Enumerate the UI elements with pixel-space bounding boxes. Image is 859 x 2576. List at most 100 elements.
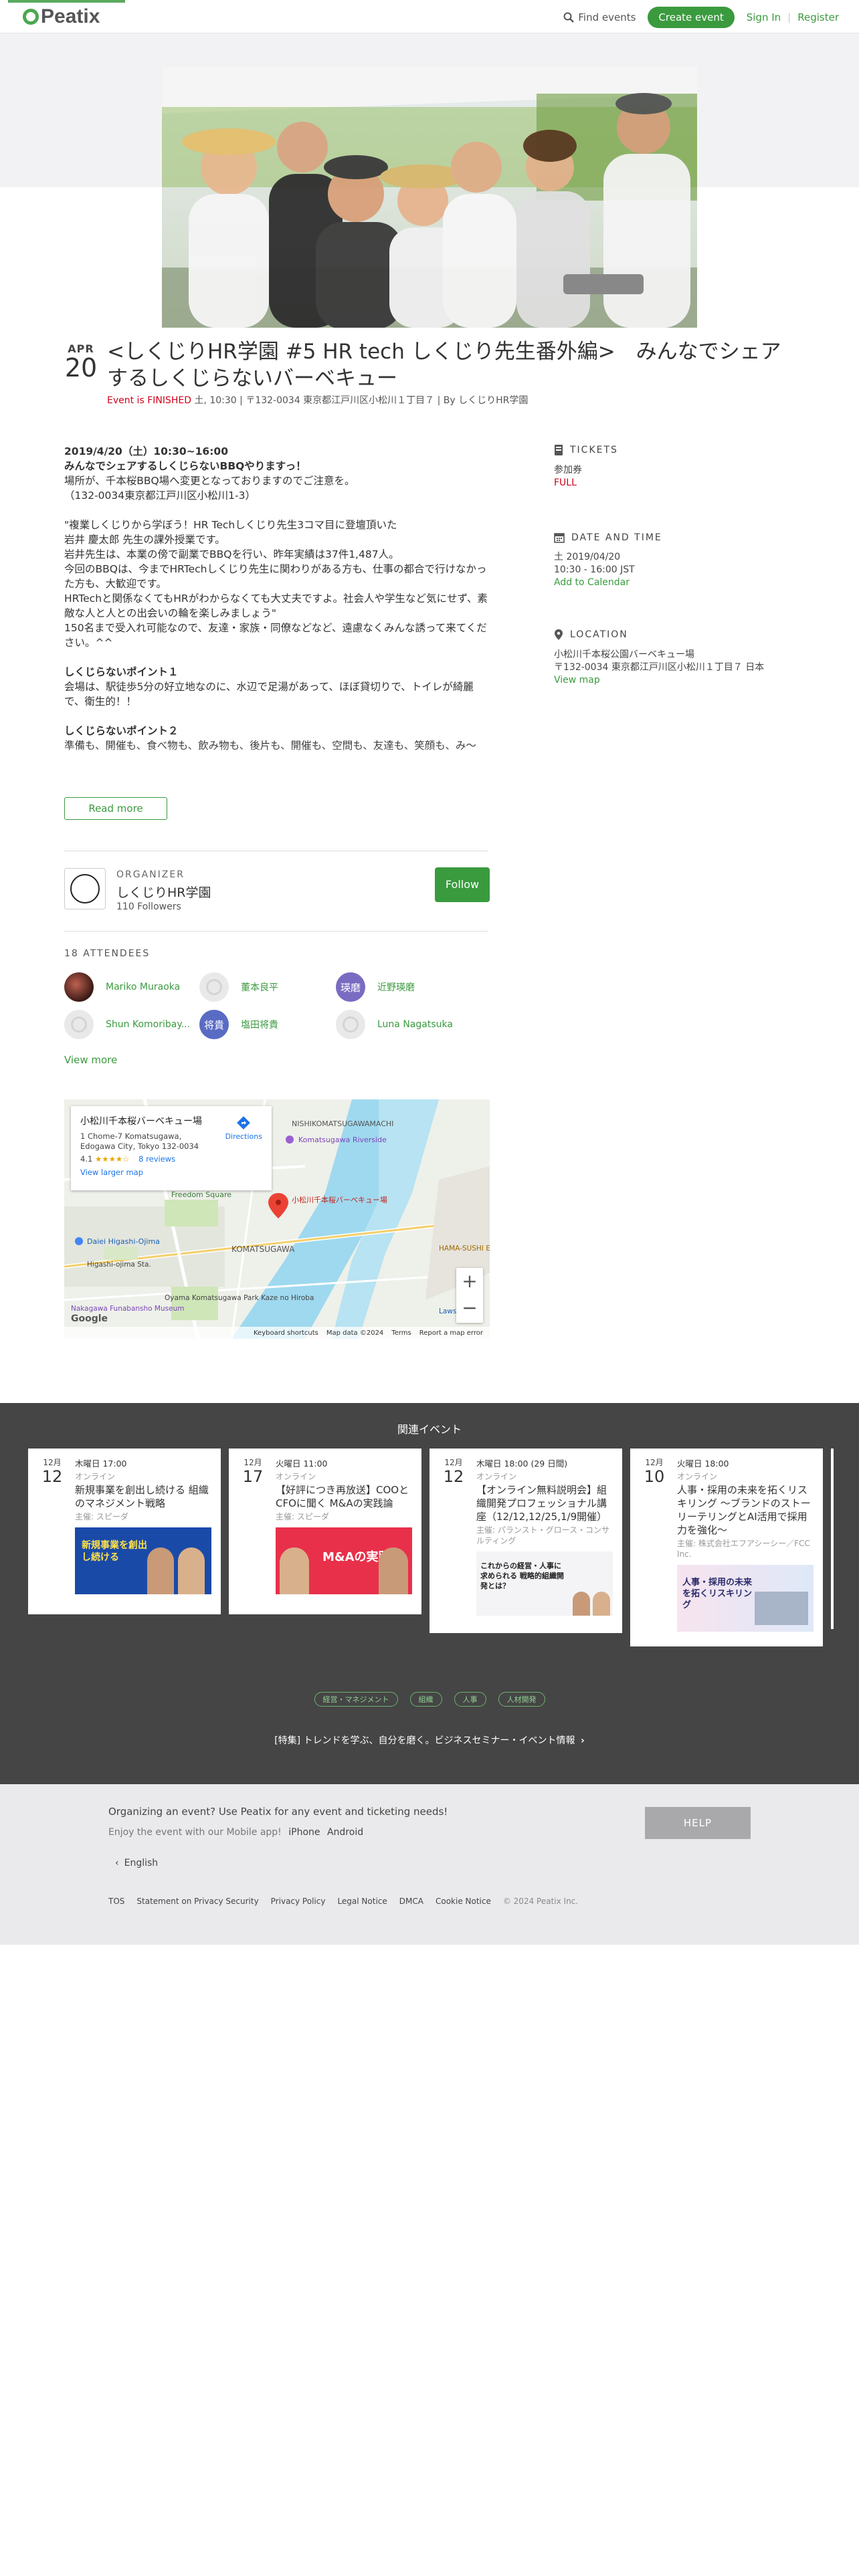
footer-links: TOS Statement on Privacy Security Privac… [108,1897,578,1906]
desc-line: 150名まで受入れ可能なので、友達・家族・同僚などなど、遠慮なくみんな誘って来て… [64,622,487,649]
special-feature-link[interactable]: [特集] トレンドを学ぶ、自分を磨く。ビジネスセミナー・イベント情報 › [0,1733,859,1747]
datetime-section: DATE AND TIME 土 2019/04/20 10:30 - 16:00… [554,532,795,589]
peatix-logo[interactable]: Peatix [23,5,100,28]
map-terms-link[interactable]: Terms [391,1329,411,1337]
footer-app-row: Enjoy the event with our Mobile app! iPh… [108,1827,363,1838]
card-banner-image: 新規事業を創出し続ける [75,1527,211,1594]
card-organizer: 主催: 株式会社エフアシーシー／FCC Inc. [677,1539,810,1559]
tag-link[interactable]: 人材開発 [498,1692,545,1707]
follow-button[interactable]: Follow [435,867,490,902]
directions-button[interactable]: Directions [225,1115,262,1141]
card-day: 10 [644,1467,665,1486]
card-date: 12月 12 [439,1457,468,1485]
zoom-out-button[interactable]: − [456,1295,483,1321]
map-zoom-controls: + − [456,1268,483,1323]
attendee-item[interactable]: Luna Nagatsuka [336,1010,453,1039]
view-larger-map-link[interactable]: View larger map [80,1168,262,1177]
related-event-card[interactable]: 12月 10 火曜日 18:00 オンライン 人事・採用の未来を拓くリスキリング… [630,1448,823,1646]
card-date: 12月 10 [640,1457,669,1485]
attendee-item[interactable]: 董本良平 [199,972,278,1002]
cookie-notice-link[interactable]: Cookie Notice [436,1897,491,1906]
help-button[interactable]: HELP [645,1807,751,1839]
find-events-label: Find events [578,11,636,23]
iphone-app-link[interactable]: iPhone [288,1827,320,1838]
map-card-address: 1 Chome-7 Komatsugawa, Edogawa City, Tok… [80,1132,199,1151]
language-label: English [124,1858,159,1868]
attendee-name: Shun Komoribay... [106,1019,190,1030]
organizer-logo[interactable] [64,868,106,909]
add-to-calendar-link[interactable]: Add to Calendar [554,576,795,589]
legal-notice-link[interactable]: Legal Notice [337,1897,387,1906]
tag-link[interactable]: 組織 [409,1692,442,1707]
map-reviews-link[interactable]: 8 reviews [138,1154,175,1164]
card-day: 12 [443,1467,464,1486]
attendee-item[interactable]: 瑛磨 近野瑛磨 [336,972,415,1002]
event-status: Event is FINISHED [107,395,192,406]
calendar-icon [554,533,565,543]
attendee-item[interactable]: 将貴 塩田将貴 [199,1010,278,1039]
tickets-heading-label: TICKETS [570,445,618,455]
speaker-photo [178,1547,205,1594]
card-title: 人事・採用の未来を拓くリスキリング ～ブランドのストーリーテリングとAI活用で採… [677,1484,811,1536]
header-nav: Find events Create event Sign In | Regis… [563,7,839,28]
location-map[interactable]: 小松川千本桜バーベキュー場 NISHIKOMATSUGAWAMACHI Koma… [64,1099,490,1339]
event-day: 20 [64,353,98,383]
map-label-nishikomatsugawa: NISHIKOMATSUGAWAMACHI [292,1119,393,1128]
desc-line: しくじらないポイント２ [64,725,179,737]
map-footer: Keyboard shortcuts Map data ©2024 Terms … [64,1327,490,1339]
desc-line: 場所が、千本桜BBQ場へ変更となっておりますのでご注意を。 [64,475,355,487]
keyboard-shortcuts-link[interactable]: Keyboard shortcuts [254,1329,318,1337]
map-label-park: Oyama Komatsugawa Park Kaze no Hiroba [165,1294,314,1302]
card-organizer: 主催: スピーダ [75,1512,128,1521]
speaker-photo [593,1592,610,1616]
related-event-card[interactable]: 12月 12 木曜日 18:00 (29 日間) オンライン 【オンライン無料説… [430,1448,622,1633]
event-date: 土 2019/04/20 [554,552,621,562]
tag-link[interactable]: 経営・マネジメント [314,1692,398,1707]
attendee-name: Mariko Muraoka [106,982,181,992]
footer-organizing-text: Organizing an event? Use Peatix for any … [108,1806,448,1818]
card-month: 12月 [645,1458,664,1467]
map-label-riverside: Komatsugawa Riverside [298,1136,387,1144]
related-event-card[interactable]: 12月 12 木曜日 17:00 オンライン 新規事業を創出し続ける 組織のマネ… [28,1448,221,1614]
map-info-card: 小松川千本桜バーベキュー場 1 Chome-7 Komatsugawa, Edo… [71,1106,272,1190]
nav-separator: | [787,11,791,23]
language-selector[interactable]: ‹ English [115,1858,158,1868]
speaker-photo [147,1547,174,1594]
default-avatar-icon [199,972,229,1002]
map-pin-label: 小松川千本桜バーベキュー場 [292,1195,387,1204]
android-app-link[interactable]: Android [327,1827,363,1838]
attendee-item[interactable]: Mariko Muraoka [64,972,180,1002]
report-map-error-link[interactable]: Report a map error [419,1329,483,1337]
attendee-item[interactable]: Shun Komoribay... [64,1010,190,1039]
create-event-button[interactable]: Create event [648,7,735,28]
speaker-photo [379,1547,408,1594]
view-map-link[interactable]: View map [554,674,795,687]
event-description: 2019/4/20（土）10:30~16:00 みんなでシェアするしくじらないB… [64,444,488,782]
read-more-button[interactable]: Read more [64,797,167,820]
desc-line: 今回のBBQは、今までHRTechしくじり先生に関わりがある方も、仕事の都合で行… [64,563,487,590]
find-events-link[interactable]: Find events [563,11,636,23]
zoom-in-button[interactable]: + [456,1268,483,1295]
directions-label: Directions [225,1132,262,1141]
avatar: 瑛磨 [336,972,365,1002]
card-day: 12 [41,1467,63,1486]
map-data-credit: Map data ©2024 [326,1329,384,1337]
dmca-link[interactable]: DMCA [399,1897,423,1906]
organizer-name[interactable]: しくじりHR学園 [116,883,211,901]
tos-link[interactable]: TOS [108,1897,124,1906]
event-time: 10:30 - 16:00 JST [554,564,635,575]
copyright: © 2024 Peatix Inc. [502,1897,579,1906]
desc-line: "複業しくじりから学ぼう！HR Techしくじり先生3コマ目に登壇頂いた [64,519,397,531]
register-link[interactable]: Register [797,11,839,23]
tag-link[interactable]: 人事 [454,1692,486,1707]
footer-app-text: Enjoy the event with our Mobile app! [108,1827,282,1838]
card-month: 12月 [444,1458,463,1467]
avatar [64,972,94,1002]
related-event-card[interactable]: 12月 17 火曜日 11:00 オンライン 【好評につき再放送】COOとCFO… [229,1448,421,1614]
location-heading-label: LOCATION [570,629,628,640]
privacy-policy-link[interactable]: Privacy Policy [271,1897,326,1906]
google-logo: Google [71,1313,108,1324]
sign-in-link[interactable]: Sign In [747,11,781,23]
view-more-attendees-link[interactable]: View more [64,1054,117,1066]
privacy-security-link[interactable]: Statement on Privacy Security [136,1897,258,1906]
